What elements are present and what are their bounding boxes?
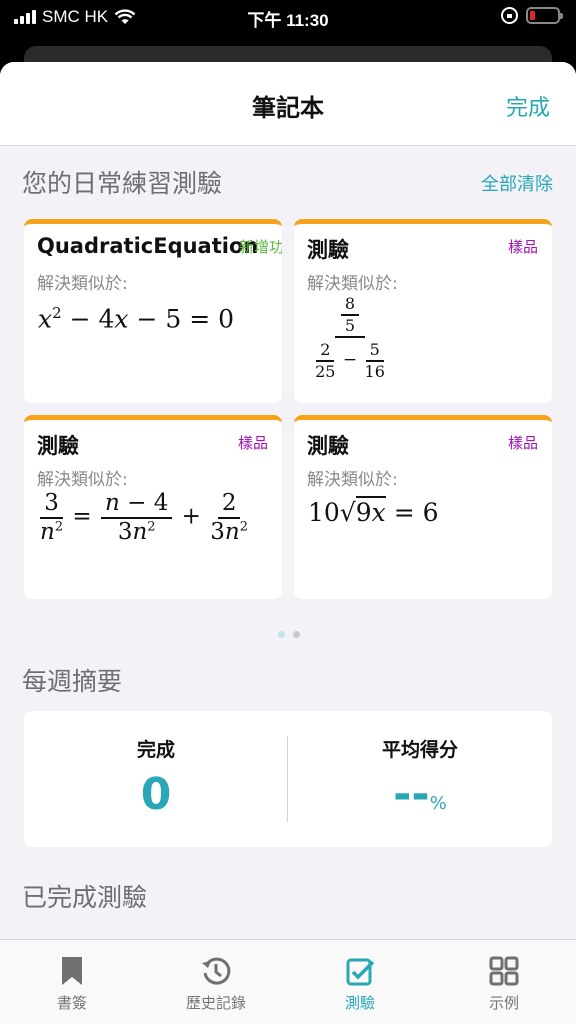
percent-unit: %: [429, 793, 447, 814]
sample-badge: 樣品: [507, 238, 538, 256]
completed-value: 0: [140, 769, 172, 820]
page-indicator[interactable]: [278, 631, 300, 638]
status-time: 下午 11:30: [247, 11, 329, 30]
grid-icon: [489, 956, 519, 986]
quiz-card[interactable]: QuadraticEquation 新增功 解決類似於: x2 − 4x − 5…: [24, 219, 282, 403]
card-title: 測驗: [307, 238, 349, 262]
card-title: 測驗: [307, 434, 349, 458]
completed-label: 完成: [136, 739, 175, 761]
quiz-card[interactable]: 測驗 樣品 解決類似於: 3 n2 = n − 4 3n2 + 2 3n2: [24, 415, 282, 599]
card-subtitle: 解決類似於:: [307, 274, 398, 294]
tab-label: 書簽: [56, 994, 87, 1012]
card-subtitle: 解決類似於:: [37, 274, 128, 294]
completed-stat: 完成 0: [24, 711, 288, 847]
card-subtitle: 解決類似於:: [37, 470, 128, 490]
daily-quiz-heading: 您的日常練習測驗: [22, 169, 223, 198]
tab-label: 示例: [488, 994, 519, 1012]
card-title: 測驗: [37, 434, 79, 458]
tab-label: 測驗: [344, 994, 375, 1012]
card-equation: 8 5 2 25 − 5 16: [315, 294, 385, 381]
card-equation: 3 n2 = n − 4 3n2 + 2 3n2: [40, 490, 249, 545]
card-subtitle: 解決類似於:: [307, 470, 398, 490]
done-button[interactable]: 完成: [506, 90, 550, 122]
sample-badge: 樣品: [507, 434, 538, 452]
average-score-value: --%: [288, 769, 552, 820]
status-right: [501, 7, 563, 24]
notebook-sheet: 筆記本 完成 您的日常練習測驗 全部清除 QuadraticEquation 新…: [0, 62, 576, 1024]
status-bar: SMC HK 下午 11:30: [0, 0, 576, 34]
card-title: QuadraticEquation: [37, 234, 259, 258]
new-feature-badge: 新增功: [238, 238, 282, 256]
history-icon: [202, 957, 231, 985]
tab-bar: 書簽 歷史記錄 測驗 示例: [0, 939, 576, 1024]
tab-history[interactable]: 歷史記錄: [144, 940, 288, 1024]
average-score-stat: 平均得分 --%: [288, 711, 552, 847]
sample-badge: 樣品: [237, 434, 268, 452]
quiz-card[interactable]: 測驗 樣品 解決類似於: 8 5 2 25 − 5 16: [294, 219, 552, 403]
card-equation: x2 − 4x − 5 = 0: [38, 304, 235, 334]
page-title: 筆記本: [252, 94, 324, 122]
rotation-lock-icon: [501, 7, 518, 24]
weekly-summary-card: 完成 0 平均得分 --%: [24, 711, 552, 847]
average-score-label: 平均得分: [381, 739, 458, 761]
quiz-icon: [346, 958, 375, 986]
weekly-summary-heading: 每週摘要: [22, 667, 123, 696]
bookmark-icon: [62, 957, 82, 985]
tab-quiz[interactable]: 測驗: [288, 940, 432, 1024]
tab-label: 歷史記錄: [185, 994, 246, 1012]
completed-quizzes-heading: 已完成測驗: [22, 883, 148, 912]
average-score-number: --: [393, 769, 430, 820]
nav-bar: 筆記本 完成: [0, 62, 576, 146]
quiz-card[interactable]: 測驗 樣品 解決類似於: 10√9x = 6: [294, 415, 552, 599]
tab-bookmarks[interactable]: 書簽: [0, 940, 144, 1024]
clear-all-button[interactable]: 全部清除: [481, 170, 553, 196]
battery-icon: [526, 7, 563, 24]
card-equation: 10√9x = 6: [308, 496, 439, 527]
tab-examples[interactable]: 示例: [432, 940, 576, 1024]
